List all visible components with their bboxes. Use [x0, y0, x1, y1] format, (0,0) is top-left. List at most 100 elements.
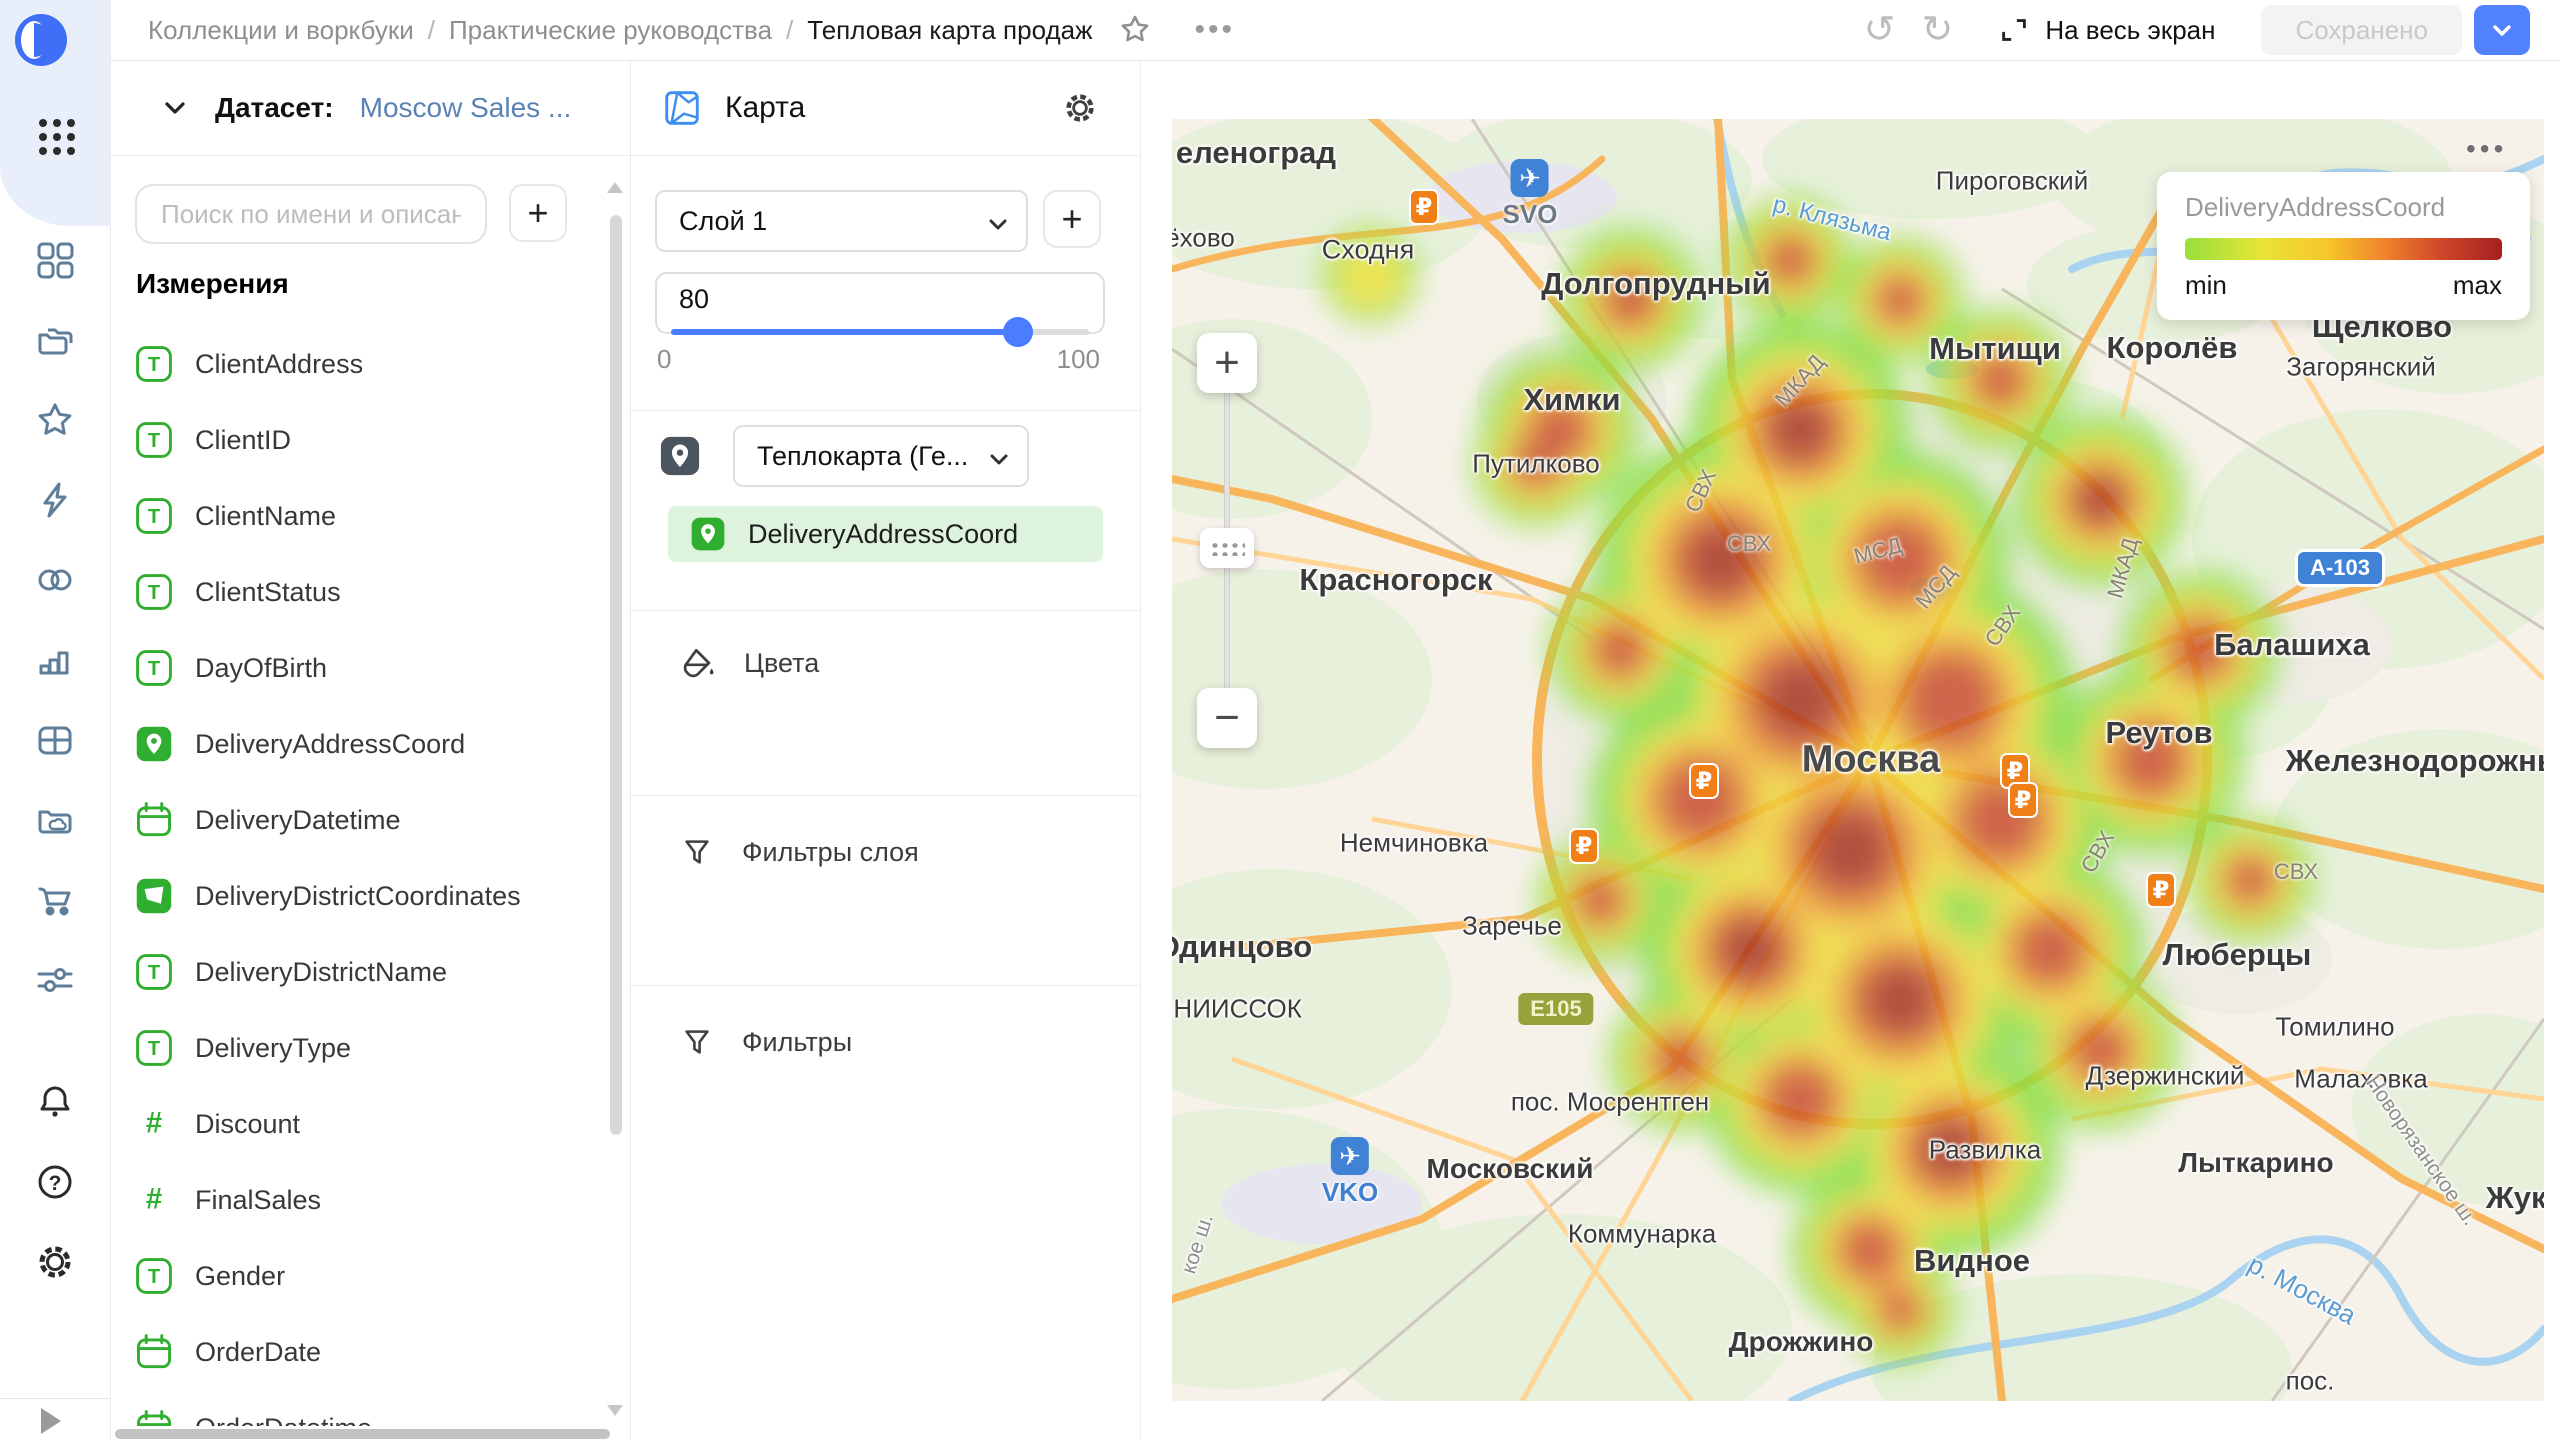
- field-name: DeliveryDatetime: [195, 805, 401, 836]
- field-name: ClientStatus: [195, 577, 341, 608]
- field-search-input[interactable]: [135, 184, 487, 244]
- legend-min-label: min: [2185, 270, 2227, 301]
- dataset-field-row[interactable]: # Discount: [111, 1086, 604, 1162]
- dimensions-list: T ClientAddress T ClientID T ClientName …: [111, 326, 604, 1426]
- help-icon[interactable]: ?: [33, 1160, 77, 1204]
- geotype-select[interactable]: Теплокарта (Ге...: [733, 425, 1029, 487]
- filters-section[interactable]: Фильтры: [678, 1014, 852, 1070]
- zoom-slider-handle[interactable]: [1200, 528, 1254, 568]
- text-field-icon: T: [135, 1029, 173, 1067]
- colors-section[interactable]: Цвета: [678, 635, 819, 691]
- layer-select[interactable]: Слой 1: [655, 190, 1028, 252]
- dataset-field-row[interactable]: DeliveryDistrictCoordinates: [111, 858, 604, 934]
- dataset-field-row[interactable]: OrderDate: [111, 1314, 604, 1390]
- svg-text:T: T: [148, 430, 160, 452]
- sidebar-collapse-icon[interactable]: [41, 1408, 61, 1434]
- dataset-field-row[interactable]: T ClientAddress: [111, 326, 604, 402]
- text-field-icon: T: [135, 649, 173, 687]
- marketplace-icon[interactable]: [33, 878, 77, 922]
- date-field-icon: [135, 801, 173, 839]
- map-panel: еленоградСходняёховоДолгопрудныйПироговс…: [1141, 60, 2560, 1440]
- redo-icon[interactable]: ↻: [1922, 11, 1954, 49]
- dataset-field-row[interactable]: T Gender: [111, 1238, 604, 1314]
- map-canvas[interactable]: еленоградСходняёховоДолгопрудныйПироговс…: [1172, 119, 2544, 1401]
- funnel-icon: [678, 1023, 716, 1061]
- saved-button[interactable]: Сохранено: [2261, 5, 2462, 55]
- field-name: DayOfBirth: [195, 653, 327, 684]
- services-icon[interactable]: [33, 958, 77, 1002]
- add-field-button[interactable]: +: [509, 184, 567, 242]
- legend-gradient: [2185, 238, 2502, 260]
- datalens-logo[interactable]: [15, 14, 67, 66]
- dataset-field-row[interactable]: T DeliveryType: [111, 1010, 604, 1086]
- dataset-field-row[interactable]: OrderDatetime: [111, 1390, 604, 1426]
- field-name: ClientAddress: [195, 349, 363, 380]
- save-dropdown-button[interactable]: [2474, 5, 2530, 55]
- layer-filters-section[interactable]: Фильтры слоя: [678, 824, 919, 880]
- dataset-field-row[interactable]: T ClientName: [111, 478, 604, 554]
- dataset-field-row[interactable]: DeliveryDatetime: [111, 782, 604, 858]
- lightning-icon[interactable]: [33, 478, 77, 522]
- collections-icon[interactable]: [33, 318, 77, 362]
- opacity-value: 80: [679, 284, 709, 315]
- fullscreen-button[interactable]: На весь экран: [1997, 13, 2215, 47]
- dataset-field-row[interactable]: T DayOfBirth: [111, 630, 604, 706]
- dataset-field-row[interactable]: T DeliveryDistrictName: [111, 934, 604, 1010]
- widgets-icon[interactable]: [33, 238, 77, 282]
- vertical-scrollbar[interactable]: [610, 215, 622, 1135]
- dataset-field-row[interactable]: T ClientID: [111, 402, 604, 478]
- layer-select-value: Слой 1: [679, 206, 767, 237]
- number-field-icon: #: [135, 1181, 173, 1219]
- zoom-out-button[interactable]: −: [1197, 688, 1257, 748]
- paint-bucket-icon: [678, 643, 718, 683]
- opacity-max-label: 100: [1057, 344, 1100, 375]
- chevron-down-icon: [2489, 17, 2515, 43]
- favorite-star-icon[interactable]: [1118, 13, 1152, 47]
- text-field-icon: T: [135, 573, 173, 611]
- scroll-down-icon[interactable]: [607, 1405, 623, 1416]
- chart-settings-gear-icon[interactable]: [1060, 88, 1100, 128]
- map-chart-icon[interactable]: [661, 87, 703, 129]
- add-layer-button[interactable]: +: [1043, 190, 1101, 248]
- chevron-down-icon: [987, 447, 1011, 471]
- svg-text:#: #: [146, 1183, 162, 1216]
- dataset-field-row[interactable]: DeliveryAddressCoord: [111, 706, 604, 782]
- undo-icon[interactable]: ↺: [1864, 11, 1896, 49]
- geofield-chip[interactable]: DeliveryAddressCoord: [668, 506, 1103, 562]
- breadcrumb-item[interactable]: Тепловая карта продаж: [807, 15, 1092, 46]
- svg-text:T: T: [148, 1038, 160, 1060]
- field-name: ClientID: [195, 425, 291, 456]
- storage-icon[interactable]: [33, 798, 77, 842]
- dataset-field-row[interactable]: T ClientStatus: [111, 554, 604, 630]
- geopolygon-field-icon: [135, 877, 173, 915]
- field-name: Gender: [195, 1261, 285, 1292]
- dataset-field-row[interactable]: # FinalSales: [111, 1162, 604, 1238]
- breadcrumb-item[interactable]: Коллекции и воркбуки: [148, 15, 414, 46]
- field-name: OrderDate: [195, 1337, 321, 1368]
- geopoint-field-icon: [135, 725, 173, 763]
- field-name: ClientName: [195, 501, 336, 532]
- svg-text:T: T: [148, 354, 160, 376]
- opacity-slider-thumb[interactable]: [1003, 317, 1033, 347]
- apps-grid-icon[interactable]: [33, 113, 81, 161]
- dataset-collapse-chevron-icon[interactable]: [161, 94, 189, 122]
- settings-gear-icon[interactable]: [33, 1240, 77, 1284]
- left-sidebar: ?: [0, 0, 111, 1440]
- dataset-name-link[interactable]: Moscow Sales ...: [360, 92, 572, 124]
- breadcrumb-item[interactable]: Практические руководства: [449, 15, 772, 46]
- zoom-in-button[interactable]: +: [1197, 333, 1257, 393]
- datasets-icon[interactable]: [33, 558, 77, 602]
- number-field-icon: #: [135, 1105, 173, 1143]
- notifications-icon[interactable]: [33, 1080, 77, 1124]
- scroll-up-icon[interactable]: [607, 182, 623, 193]
- horizontal-scrollbar[interactable]: [115, 1429, 610, 1439]
- dataset-panel: Датасет: Moscow Sales ... + Измерения T …: [111, 60, 631, 1440]
- charts-icon[interactable]: [33, 638, 77, 682]
- field-name: DeliveryType: [195, 1033, 351, 1064]
- favorites-icon[interactable]: [33, 398, 77, 442]
- breadcrumb: Коллекции и воркбуки/Практические руково…: [148, 15, 1092, 46]
- divider: [631, 795, 1140, 796]
- tables-icon[interactable]: [33, 718, 77, 762]
- layer-opacity-control: 80: [655, 272, 1105, 334]
- map-more-menu-icon[interactable]: •••: [2466, 133, 2507, 165]
